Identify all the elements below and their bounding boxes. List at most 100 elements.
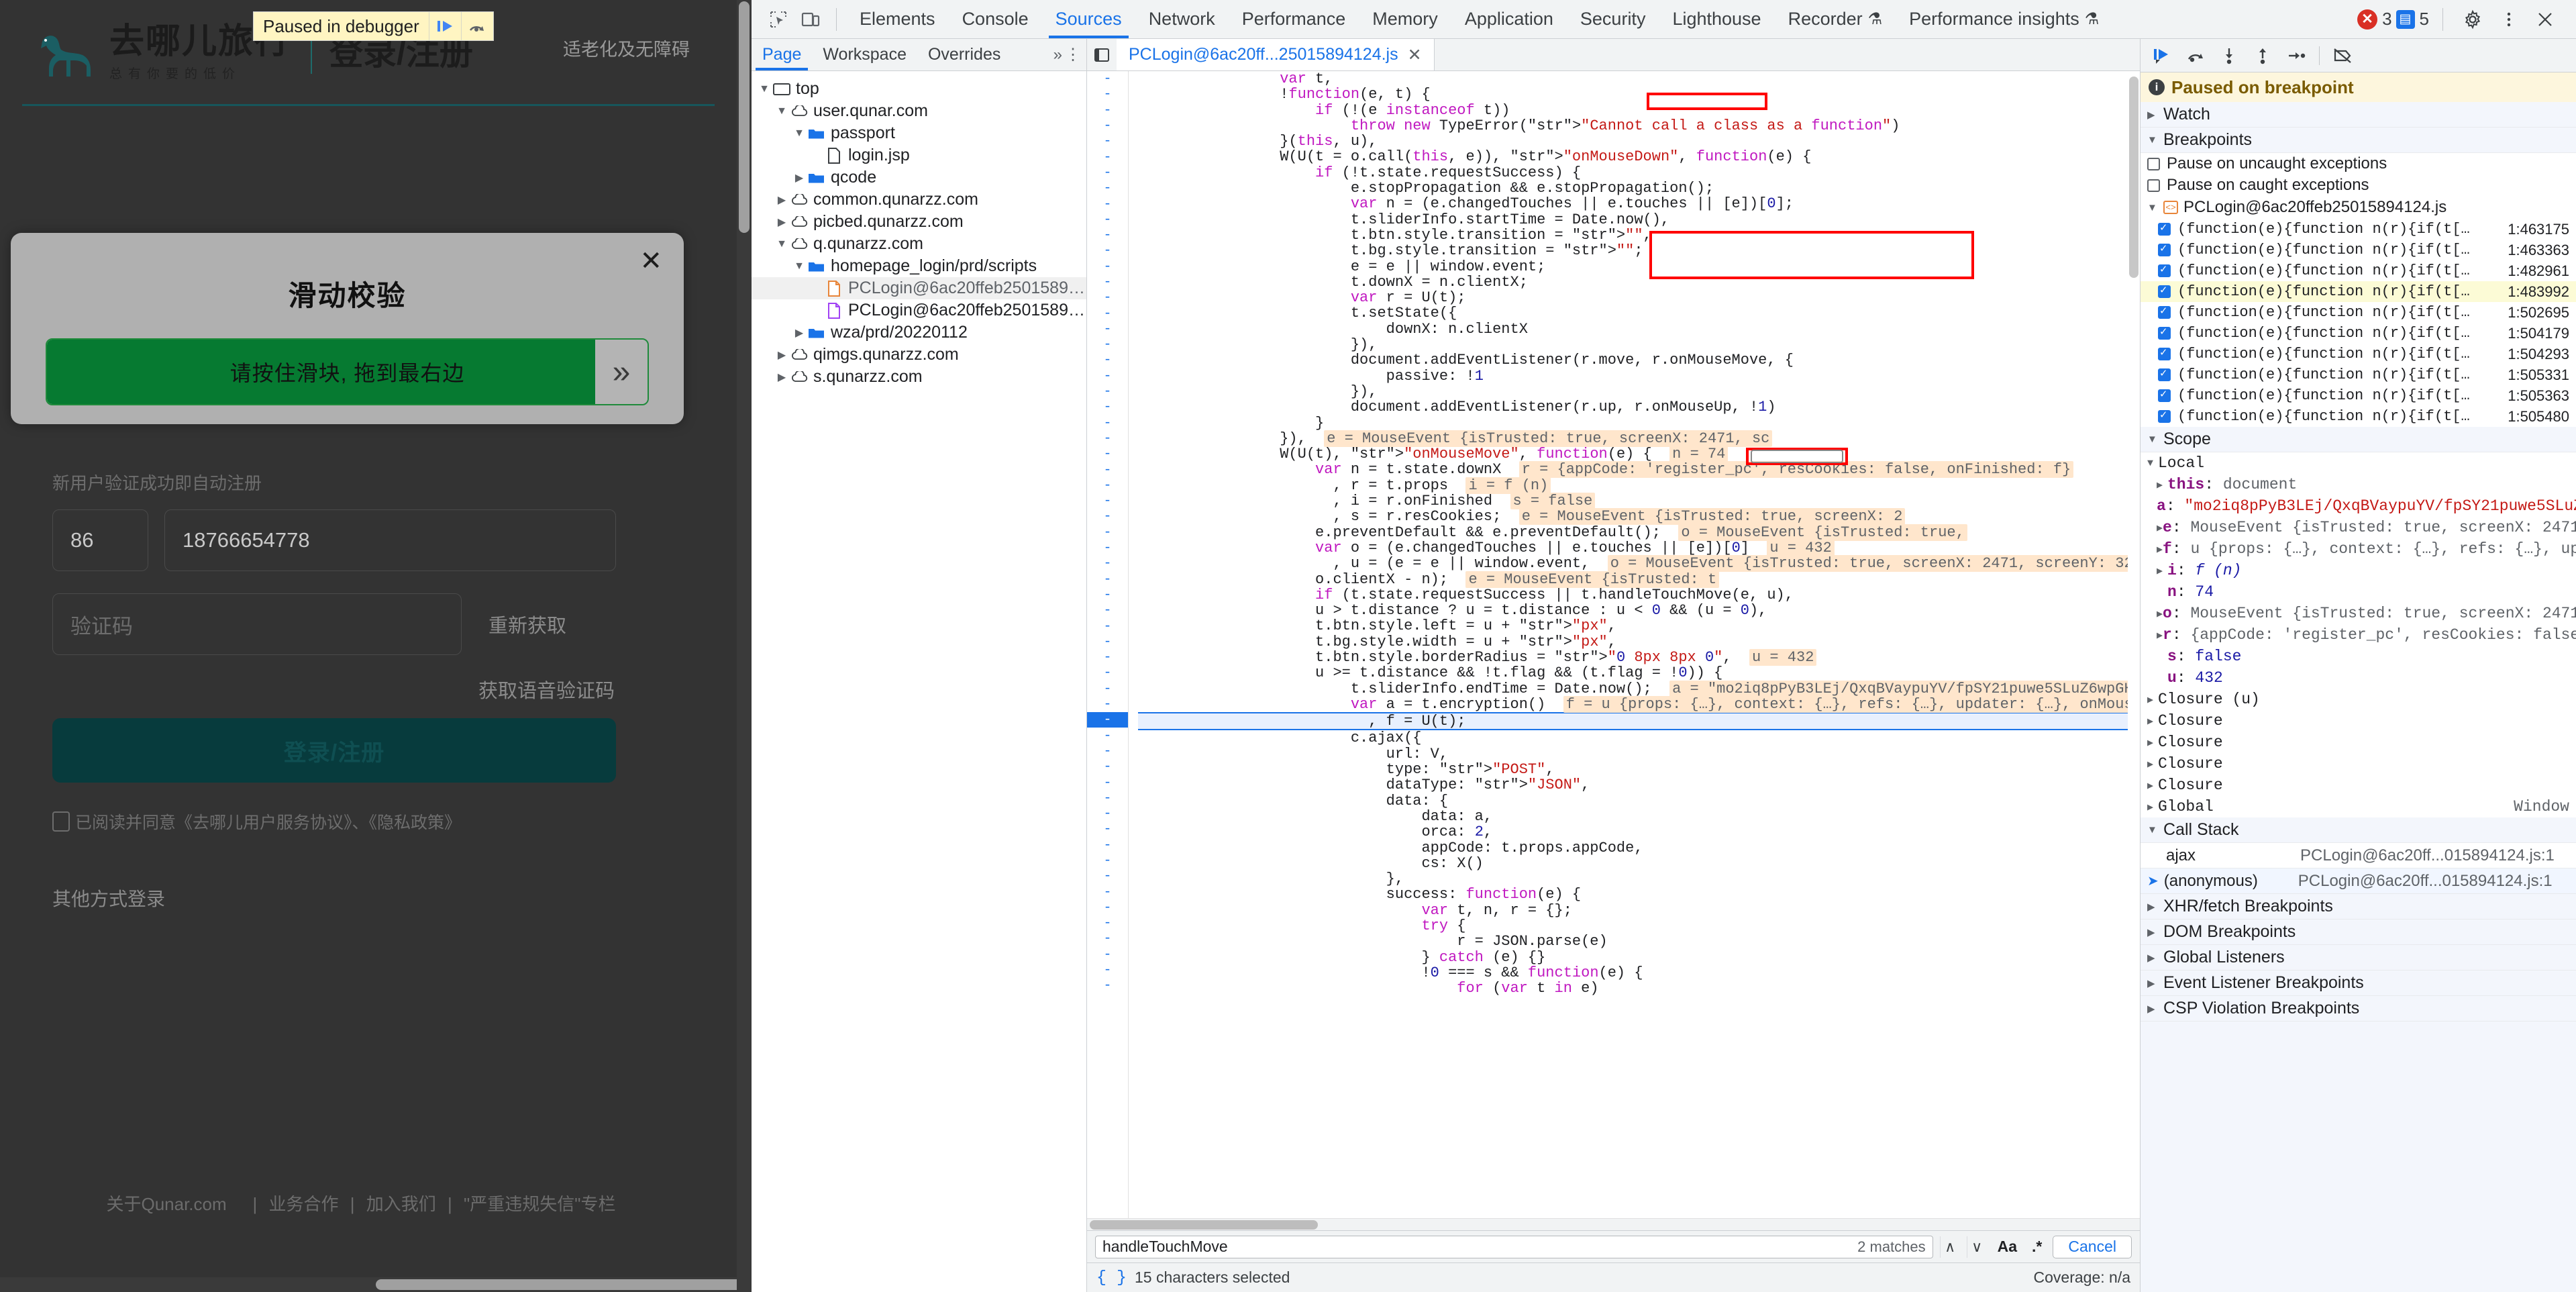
breakpoint-row[interactable]: (function(e){function n(r){if(t[… 1:50533… <box>2141 364 2576 385</box>
code-line[interactable]: W(U(t = o.call(this, e)), "str">"onMouse… <box>1138 149 2140 165</box>
code-line[interactable]: }), <box>1138 337 2140 353</box>
code-line[interactable]: u >= t.distance && !t.flag && (t.flag = … <box>1138 665 2140 681</box>
breakpoint-row[interactable]: (function(e){function n(r){if(t[… 1:48296… <box>2141 260 2576 281</box>
scope-variable-row[interactable]: ▶ i: f (n) <box>2141 560 2576 581</box>
footer-about-link[interactable]: 关于Qunar.com <box>106 1194 226 1214</box>
step-into-next-call-icon[interactable] <box>2213 41 2245 70</box>
search-next-icon[interactable]: ∨ <box>1966 1236 1987 1258</box>
navigator-tab-workspace[interactable]: Workspace <box>812 39 917 70</box>
code-line[interactable]: t.bg.style.width = u + "str">"px", <box>1138 634 2140 650</box>
breakpoint-row[interactable]: (function(e){function n(r){if(t[… 1:50417… <box>2141 323 2576 344</box>
phone-input[interactable]: 18766654778 <box>164 509 616 571</box>
breakpoint-checkbox[interactable] <box>2158 262 2171 277</box>
code-line[interactable]: }(this, u), <box>1138 134 2140 150</box>
code-line[interactable]: t.btn.style.left = u + "str">"px", <box>1138 618 2140 634</box>
footer-link-0[interactable]: 业务合作 <box>269 1194 339 1214</box>
gutter-line-marker[interactable]: - <box>1087 853 1128 868</box>
watch-section-header[interactable]: ▶ Watch <box>2141 102 2576 128</box>
breakpoint-row[interactable]: (function(e){function n(r){if(t[… 1:46336… <box>2141 240 2576 260</box>
tab-performance-insights[interactable]: Performance insights ⚗ <box>1896 0 2112 38</box>
resume-script-icon[interactable] <box>428 12 461 40</box>
gutter-line-marker[interactable]: - <box>1087 165 1128 181</box>
scope-variable-row[interactable]: n: 74 <box>2141 581 2576 603</box>
breakpoint-row[interactable]: (function(e){function n(r){if(t[… 1:50269… <box>2141 302 2576 323</box>
scope-closure-row[interactable]: ▶ Closure <box>2141 753 2576 775</box>
code-line[interactable]: document.addEventListener(r.up, r.onMous… <box>1138 399 2140 415</box>
tree-node-7[interactable]: ▼ q.qunarzz.com <box>752 233 1086 255</box>
breakpoint-checkbox[interactable] <box>2158 325 2171 340</box>
code-line[interactable]: } <box>1138 415 2140 431</box>
scope-variable-row[interactable]: ▶ this: document <box>2141 474 2576 495</box>
editor-hscroll-thumb[interactable] <box>1090 1220 1318 1230</box>
gutter-line-marker[interactable]: - <box>1087 931 1128 946</box>
code-editor[interactable]: ----------------------------------------… <box>1087 71 2140 1230</box>
gutter-line-marker[interactable]: - <box>1087 290 1128 305</box>
gutter-line-marker[interactable]: - <box>1087 493 1128 509</box>
code-line[interactable]: r = JSON.parse(e) <box>1138 934 2140 950</box>
code-line[interactable]: var r = U(t); <box>1138 290 2140 306</box>
voice-code-link[interactable]: 获取语音验证码 <box>52 675 616 703</box>
gutter-line-marker[interactable]: - <box>1087 71 1128 87</box>
tree-twisty-icon[interactable]: ▶ <box>792 171 807 185</box>
gutter-line-marker[interactable]: - <box>1087 540 1128 556</box>
gutter-breakpoint-marker[interactable]: - <box>1087 712 1128 728</box>
code-line[interactable]: , u = (e = e || window.event, o = MouseE… <box>1138 555 2140 573</box>
editor-horizontal-scrollbar[interactable] <box>1087 1218 2140 1230</box>
gutter-line-marker[interactable]: - <box>1087 431 1128 446</box>
code-line[interactable]: !0 === s && function(e) { <box>1138 965 2140 981</box>
breakpoints-section-header[interactable]: ▼ Breakpoints <box>2141 128 2576 153</box>
gutter-line-marker[interactable]: - <box>1087 650 1128 665</box>
gutter-line-marker[interactable]: - <box>1087 259 1128 275</box>
code-line[interactable]: !function(e, t) { <box>1138 87 2140 103</box>
tree-twisty-icon[interactable]: ▼ <box>774 105 789 117</box>
chevron-right-icon[interactable]: ▶ <box>2147 715 2158 728</box>
code-line[interactable]: t.downX = n.clientX; <box>1138 275 2140 291</box>
page-hscroll-thumb[interactable] <box>376 1279 752 1290</box>
tab-sources[interactable]: Sources <box>1042 0 1135 38</box>
gutter-line-marker[interactable]: - <box>1087 149 1128 165</box>
gutter-line-marker[interactable]: - <box>1087 305 1128 321</box>
tree-twisty-icon[interactable]: ▼ <box>757 83 772 95</box>
pause-caught-checkbox[interactable] <box>2147 179 2160 192</box>
editor-code-area[interactable]: var t, !function(e, t) { if (!(e instanc… <box>1129 71 2140 1230</box>
navigator-more-options-icon[interactable]: ⋮ <box>1065 45 1081 64</box>
gutter-line-marker[interactable]: - <box>1087 697 1128 712</box>
gutter-line-marker[interactable]: - <box>1087 399 1128 415</box>
step-over-next-call-icon[interactable] <box>2179 41 2212 70</box>
tree-node-6[interactable]: ▶ picbed.qunarzz.com <box>752 211 1086 233</box>
gutter-line-marker[interactable]: - <box>1087 275 1128 290</box>
code-line[interactable]: u > t.distance ? u = t.distance : u < 0 … <box>1138 603 2140 619</box>
code-line[interactable]: var o = (e.changedTouches || e.touches |… <box>1138 539 2140 556</box>
editor-tab-close-icon[interactable]: ✕ <box>1408 45 1422 65</box>
tree-twisty-icon[interactable]: ▶ <box>774 193 789 207</box>
chevron-right-icon[interactable]: ▶ <box>2157 629 2163 642</box>
code-line[interactable]: e.preventDefault && e.preventDefault(); … <box>1138 524 2140 541</box>
code-line[interactable]: o.clientX - n); e = MouseEvent {isTruste… <box>1138 570 2140 588</box>
tree-twisty-icon[interactable]: ▶ <box>774 348 789 362</box>
accessibility-link[interactable]: 适老化及无障碍 <box>563 35 690 61</box>
chevron-right-icon[interactable]: ▶ <box>2147 758 2158 771</box>
code-line[interactable]: , r = t.props i = f (n) <box>1138 477 2140 494</box>
scope-local-header[interactable]: ▼ Local <box>2141 452 2576 474</box>
code-line[interactable]: for (var t in e) <box>1138 981 2140 997</box>
gutter-line-marker[interactable]: - <box>1087 415 1128 431</box>
gutter-line-marker[interactable]: - <box>1087 822 1128 837</box>
device-toolbar-icon[interactable] <box>794 3 827 36</box>
message-count-badge[interactable]: ▤ 5 <box>2395 9 2429 30</box>
tab-application[interactable]: Application <box>1451 0 1567 38</box>
tree-node-3[interactable]: login.jsp <box>752 144 1086 166</box>
call-stack-row[interactable]: ajax PCLogin@6ac20ff...015894124.js:1 <box>2141 843 2576 868</box>
code-line[interactable]: }), <box>1138 384 2140 400</box>
breakpoint-checkbox[interactable] <box>2158 366 2171 381</box>
gutter-line-marker[interactable]: - <box>1087 337 1128 352</box>
gutter-line-marker[interactable]: - <box>1087 947 1128 962</box>
tab-recorder[interactable]: Recorder ⚗ <box>1775 0 1896 38</box>
debugger-section-csp-violation-breakpoints[interactable]: ▶ CSP Violation Breakpoints <box>2141 996 2576 1022</box>
regex-toggle[interactable]: .* <box>2028 1238 2046 1256</box>
scope-variable-row[interactable]: ▶ r: {appCode: 'register_pc', resCookies:… <box>2141 624 2576 646</box>
code-line[interactable]: passive: !1 <box>1138 368 2140 384</box>
breakpoint-checkbox[interactable] <box>2158 304 2171 319</box>
tab-security[interactable]: Security <box>1567 0 1659 38</box>
step-icon[interactable] <box>2280 41 2312 70</box>
gutter-line-marker[interactable]: - <box>1087 978 1128 993</box>
